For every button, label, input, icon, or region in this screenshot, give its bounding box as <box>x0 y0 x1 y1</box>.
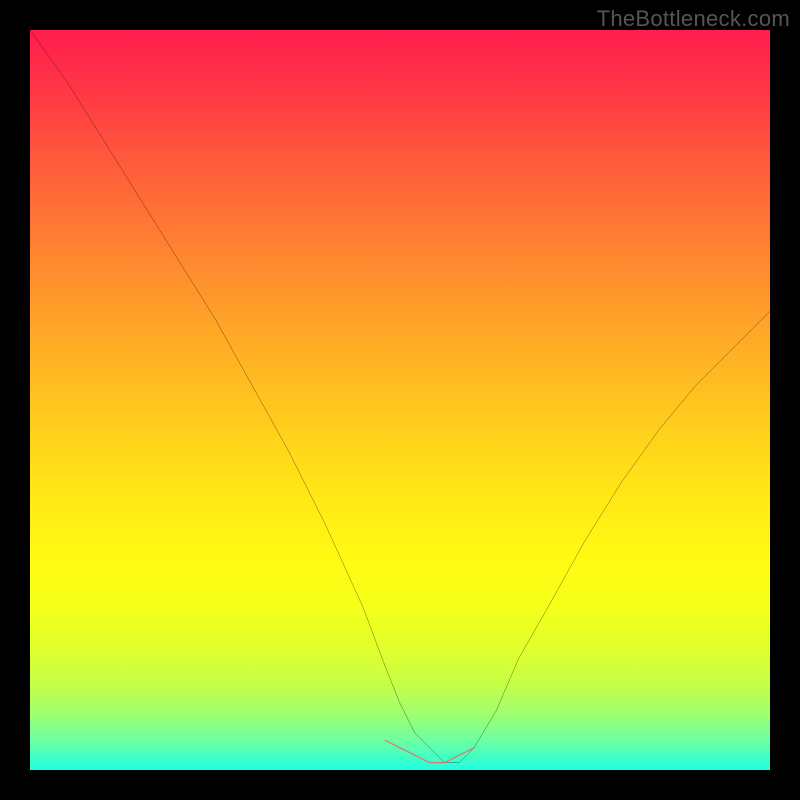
chart-frame: TheBottleneck.com <box>0 0 800 800</box>
plot-area <box>30 30 770 770</box>
watermark-label: TheBottleneck.com <box>597 6 790 32</box>
gradient-background <box>30 30 770 770</box>
